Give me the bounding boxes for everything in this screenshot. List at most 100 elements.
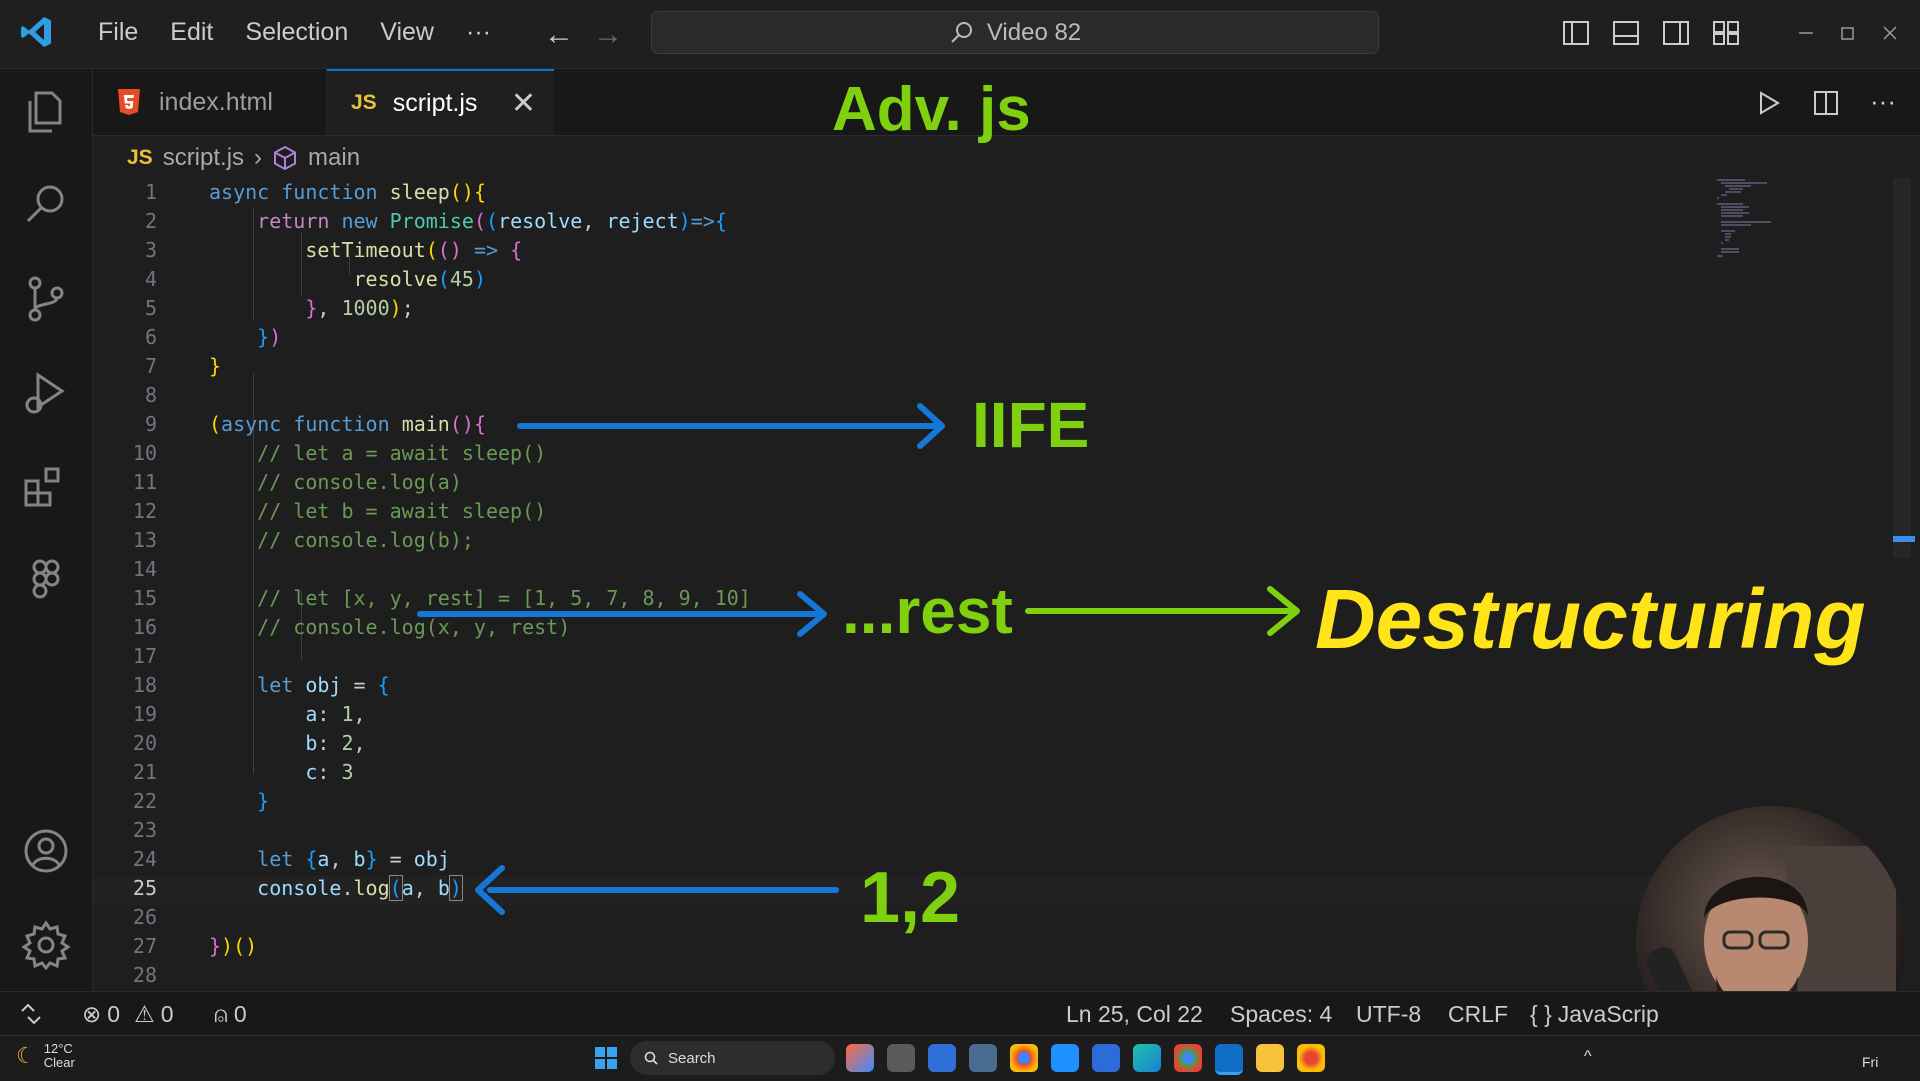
- menu-file[interactable]: File: [82, 18, 154, 47]
- code-line: 27 })(): [93, 934, 1893, 963]
- edge-icon[interactable]: [1133, 1044, 1161, 1072]
- code-line: 16 // console.log(x, y, rest): [93, 615, 1893, 644]
- breadcrumb-file[interactable]: script.js: [163, 144, 244, 172]
- code-text: }: [257, 789, 270, 813]
- indentation-setting[interactable]: Spaces: 4: [1230, 1001, 1332, 1028]
- extensions-icon[interactable]: [20, 461, 72, 513]
- ports-indicator[interactable]: ⍝ 0: [214, 1001, 247, 1028]
- code-text: })(): [209, 934, 258, 958]
- back-arrow-icon[interactable]: ←: [544, 18, 574, 52]
- run-file-icon[interactable]: [1756, 89, 1782, 117]
- broadcast-icon: ⍝: [214, 1001, 228, 1027]
- weather-widget[interactable]: ☾ 12°C Clear: [16, 1042, 75, 1070]
- cursor-position[interactable]: Ln 25, Col 22: [1066, 1001, 1203, 1028]
- customize-layout-icon[interactable]: [1712, 20, 1740, 46]
- tab-label: script.js: [392, 88, 478, 117]
- code-text: c: 3: [305, 760, 354, 784]
- window-controls: [1562, 20, 1900, 46]
- code-line: 15 // let [x, y, rest] = [1, 5, 7, 8, 9,…: [93, 586, 1893, 615]
- js-file-icon: JS: [127, 146, 153, 169]
- minimap[interactable]: [1715, 178, 1785, 258]
- menu-view[interactable]: View: [364, 18, 450, 47]
- command-center[interactable]: Video 82: [651, 11, 1379, 54]
- chrome-icon[interactable]: [1010, 1044, 1038, 1072]
- vscode-taskbar-icon[interactable]: [1215, 1044, 1243, 1075]
- breadcrumb-symbol[interactable]: main: [308, 144, 360, 172]
- more-actions-icon[interactable]: ···: [1870, 88, 1896, 117]
- line-number: 15: [132, 586, 157, 610]
- todo-icon[interactable]: [1092, 1044, 1120, 1072]
- vertical-scrollbar[interactable]: [1893, 178, 1911, 558]
- menu-selection[interactable]: Selection: [229, 18, 364, 47]
- code-line: 28: [93, 963, 1893, 992]
- js-file-icon: JS: [351, 91, 377, 114]
- line-number: 8: [144, 383, 157, 407]
- figma-icon[interactable]: [20, 555, 72, 607]
- remote-icon: [21, 1003, 41, 1025]
- run-debug-icon[interactable]: [20, 367, 72, 419]
- source-control-icon[interactable]: [20, 273, 72, 325]
- line-number: 11: [132, 470, 157, 494]
- error-count: 0: [107, 1001, 121, 1027]
- code-editor[interactable]: 1 async function sleep(){ 2 return new Pr…: [93, 170, 1893, 990]
- remote-indicator[interactable]: [0, 992, 62, 1036]
- status-bar: ⊗ 0 ⚠ 0 ⍝ 0 Ln 25, Col 22 Spaces: 4 UTF-8 C…: [0, 991, 1920, 1036]
- copilot-icon[interactable]: [846, 1044, 874, 1072]
- chrome-profile-icon[interactable]: [1174, 1044, 1202, 1072]
- account-icon[interactable]: [20, 825, 72, 877]
- code-line: 9 (async function main(){: [93, 412, 1893, 441]
- line-number: 27: [132, 934, 157, 958]
- eol-setting[interactable]: CRLF: [1448, 1001, 1508, 1028]
- error-icon: ⊗: [82, 1001, 102, 1027]
- restore-icon[interactable]: [1838, 20, 1858, 46]
- toggle-panel-icon[interactable]: [1612, 20, 1640, 46]
- close-window-icon[interactable]: [1880, 20, 1900, 46]
- tab-script-js[interactable]: JS script.js ✕: [327, 69, 554, 135]
- chevron-up-icon[interactable]: ^: [1584, 1048, 1592, 1066]
- code-text: setTimeout(() => {: [305, 238, 523, 262]
- encoding-setting[interactable]: UTF-8: [1356, 1001, 1421, 1028]
- split-editor-icon[interactable]: [1812, 89, 1840, 117]
- forward-arrow-icon[interactable]: →: [593, 18, 623, 52]
- search-sidebar-icon[interactable]: [20, 179, 72, 231]
- code-line: 18 let obj = {: [93, 673, 1893, 702]
- current-code-line: 25 console.log(a, b): [93, 875, 1893, 905]
- explorer-icon[interactable]: [20, 85, 72, 137]
- toggle-sidebar-icon[interactable]: [1562, 20, 1590, 46]
- close-tab-icon[interactable]: ✕: [511, 86, 536, 121]
- weather-condition: Clear: [43, 1055, 75, 1070]
- line-number: 25: [132, 876, 157, 900]
- code-text: return new Promise((resolve, reject)=>{: [257, 209, 727, 233]
- task-view-icon[interactable]: [887, 1044, 915, 1072]
- toggle-secondary-sidebar-icon[interactable]: [1662, 20, 1690, 46]
- code-line: 14: [93, 557, 1893, 586]
- breadcrumb: JS script.js › main: [127, 144, 360, 172]
- file-explorer-icon[interactable]: [1256, 1044, 1284, 1072]
- tab-index-html[interactable]: index.html: [93, 69, 327, 135]
- skype-icon[interactable]: [1051, 1044, 1079, 1072]
- line-number: 7: [144, 354, 157, 378]
- menu-more[interactable]: ···: [450, 18, 507, 47]
- windows-start-icon[interactable]: [594, 1046, 618, 1070]
- code-line: 10 // let a = await sleep(): [93, 441, 1893, 470]
- settings-app-icon[interactable]: [969, 1044, 997, 1072]
- problems-indicator[interactable]: ⊗ 0 ⚠ 0: [82, 1001, 174, 1028]
- taskbar-search[interactable]: Search: [630, 1041, 835, 1075]
- weather-temp: 12°C: [43, 1041, 73, 1056]
- minimize-icon[interactable]: [1796, 20, 1816, 46]
- settings-gear-icon[interactable]: [20, 919, 72, 971]
- language-mode[interactable]: { } JavaScrip: [1530, 1001, 1659, 1028]
- symbol-method-icon: [274, 145, 297, 171]
- code-line: 20 b: 2,: [93, 731, 1893, 760]
- line-number: 23: [132, 818, 157, 842]
- calendar-app-icon[interactable]: [928, 1044, 956, 1072]
- code-text: }: [209, 354, 222, 378]
- menu-edit[interactable]: Edit: [154, 18, 229, 47]
- code-text: resolve(45): [353, 267, 486, 291]
- taskbar-search-label: Search: [668, 1049, 716, 1067]
- code-line: 7}: [93, 354, 1893, 383]
- chrome-canary-icon[interactable]: [1297, 1044, 1325, 1072]
- command-center-label: Video 82: [986, 18, 1082, 46]
- ports-count: 0: [233, 1001, 247, 1027]
- code-text: }): [257, 325, 282, 349]
